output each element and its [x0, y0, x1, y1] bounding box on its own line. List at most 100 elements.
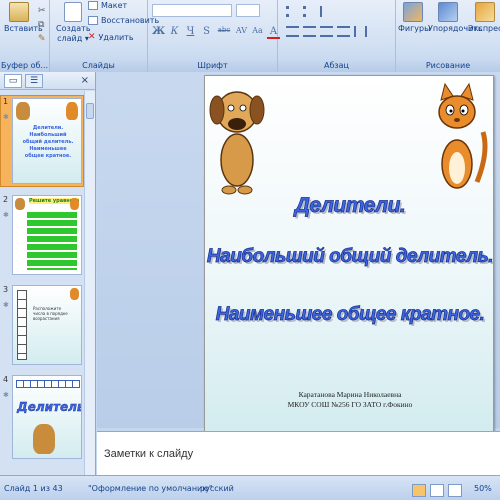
quick-styles-button[interactable]: Экспресс: [468, 2, 500, 34]
notes-placeholder[interactable]: Заметки к слайду: [104, 448, 193, 460]
slide-title-line-1[interactable]: Делители.: [205, 194, 493, 218]
arrange-button[interactable]: Упорядочить: [428, 2, 483, 34]
slides-tab[interactable]: ▭: [4, 73, 22, 88]
new-slide-label: Создать слайд ▾: [56, 24, 91, 43]
slides-panel: ▭ ☰ × 1 ✱ Делители. Наибольший общий дел…: [0, 72, 96, 475]
paste-label: Вставить: [4, 24, 43, 33]
align-left-icon[interactable]: [286, 26, 299, 37]
shadow-button[interactable]: S: [200, 26, 213, 39]
underline-button[interactable]: Ч: [184, 26, 197, 39]
bold-button[interactable]: Ж: [152, 26, 165, 39]
indent-icon[interactable]: [320, 6, 333, 17]
bullets-icon[interactable]: [286, 6, 299, 17]
scissors-icon[interactable]: ✂: [38, 6, 46, 16]
slide-author-name[interactable]: Каратанова Марина Николаевна: [205, 390, 493, 399]
slides-group-label: Слайды: [50, 59, 147, 72]
slide-number-4: 4: [3, 375, 9, 384]
font-group-label: Шрифт: [148, 59, 277, 72]
new-slide-icon: [64, 2, 82, 22]
justify-icon[interactable]: [337, 26, 350, 37]
language-indicator[interactable]: русский: [200, 484, 234, 493]
font-format-bar: Ж К Ч S abc AV Aa A: [152, 26, 280, 39]
shapes-icon: [403, 2, 423, 22]
shapes-button[interactable]: Фигуры: [398, 2, 431, 34]
paste-icon: [9, 2, 29, 22]
thumb1-cat-icon: [66, 102, 78, 120]
thumb1-title: Делители. Наибольший общий делитель. Наи…: [22, 125, 74, 159]
transition-icon-4: ✱: [3, 391, 9, 399]
status-bar: Слайд 1 из 43 "Оформление по умолчанию" …: [0, 475, 500, 500]
thumb3-number-column: [17, 290, 27, 360]
ribbon: Вставить ✂ ⧉ ✎ Буфер об... Создать слайд …: [0, 0, 500, 72]
columns-icon[interactable]: [354, 26, 367, 37]
panel-tabs: ▭ ☰ ×: [0, 72, 95, 90]
layout-icon: [88, 1, 98, 10]
delete-label: Удалить: [98, 33, 134, 42]
thumb2-equations: [27, 212, 77, 270]
outline-tab[interactable]: ☰: [25, 73, 43, 88]
clipboard-group: Вставить ✂ ⧉ ✎ Буфер об...: [0, 0, 50, 72]
slide-thumbnail-1[interactable]: Делители. Наибольший общий делитель. Наи…: [12, 98, 82, 184]
align-center-icon[interactable]: [303, 26, 316, 37]
thumbnail-list: 1 ✱ Делители. Наибольший общий делитель.…: [0, 91, 84, 475]
slides-group: Создать слайд ▾ Макет Восстановить ✕ Удал…: [50, 0, 159, 72]
layout-button[interactable]: Макет: [88, 0, 127, 11]
numbering-icon[interactable]: [303, 6, 316, 17]
slide-number-1: 1: [3, 97, 9, 106]
thumb1-dog-icon: [16, 102, 30, 120]
italic-button[interactable]: К: [168, 26, 181, 39]
font-name-box[interactable]: [152, 4, 232, 17]
clipboard-group-label: Буфер об...: [0, 59, 49, 72]
copy-icon[interactable]: ⧉: [38, 20, 44, 30]
slide-thumbnail-2[interactable]: Решите уравнения: [12, 195, 82, 275]
format-painter-icon[interactable]: ✎: [38, 34, 46, 44]
transition-icon-3: ✱: [3, 301, 9, 309]
thumbnail-scrollbar-thumb[interactable]: [86, 103, 94, 119]
strikethrough-button[interactable]: abc: [216, 26, 232, 39]
paragraph-align-bar: [286, 26, 367, 37]
arrange-icon: [438, 2, 458, 22]
slide-number-2: 2: [3, 195, 9, 204]
panel-close-icon[interactable]: ×: [81, 75, 89, 86]
paragraph-group: Абзац: [278, 0, 396, 72]
zoom-level[interactable]: 50%: [474, 484, 492, 493]
thumb4-title: Делитель: [17, 400, 82, 414]
normal-view-button[interactable]: [412, 484, 426, 497]
slideshow-view-button[interactable]: [448, 484, 462, 497]
reset-icon: [88, 16, 98, 25]
case-button[interactable]: Aa: [251, 26, 264, 39]
drawing-group-label: Рисование: [396, 59, 500, 72]
delete-icon: ✕: [88, 32, 96, 42]
new-slide-button[interactable]: Создать слайд ▾: [56, 2, 91, 44]
font-size-box[interactable]: [236, 4, 260, 17]
align-right-icon[interactable]: [320, 26, 333, 37]
paste-button[interactable]: Вставить: [4, 2, 43, 34]
slide-title-line-2[interactable]: Наибольший общий делитель.: [205, 246, 493, 268]
transition-icon-2: ✱: [3, 211, 9, 219]
thumbnail-scrollbar[interactable]: [84, 91, 95, 475]
thumb4-number-row: [16, 380, 80, 388]
slide-title-line-3[interactable]: Наименьшее общее кратное.: [205, 304, 493, 326]
layout-label: Макет: [101, 1, 128, 10]
drawing-group: Фигуры Упорядочить Экспресс Рисование: [396, 0, 500, 72]
paragraph-group-label: Абзац: [278, 59, 395, 72]
notes-pane[interactable]: Заметки к слайду: [97, 431, 500, 475]
slide-counter: Слайд 1 из 43: [4, 484, 63, 493]
slide-author-school[interactable]: МКОУ СОШ №256 ГО ЗАТО г.Фокино: [205, 400, 493, 409]
dog-icon: [209, 91, 265, 195]
thumb2-cat-icon: [70, 198, 79, 210]
list-bar: [286, 6, 333, 17]
quick-styles-label: Экспресс: [468, 24, 500, 33]
slide-sorter-view-button[interactable]: [430, 484, 444, 497]
slide-thumbnail-4[interactable]: Делитель: [12, 375, 82, 459]
shapes-label: Фигуры: [398, 24, 431, 33]
theme-name[interactable]: "Оформление по умолчанию": [88, 484, 213, 493]
slide-thumbnail-3[interactable]: Расположите числа в порядке возрастания: [12, 285, 82, 365]
current-slide[interactable]: Делители. Наибольший общий делитель. Наи…: [204, 75, 494, 433]
delete-slide-button[interactable]: ✕ Удалить: [88, 32, 134, 43]
thumb4-dog-icon: [33, 424, 55, 454]
quick-styles-icon: [475, 2, 495, 22]
spacing-button[interactable]: AV: [235, 26, 248, 39]
slide-number-3: 3: [3, 285, 9, 294]
font-group: Ж К Ч S abc AV Aa A Шрифт: [148, 0, 280, 72]
